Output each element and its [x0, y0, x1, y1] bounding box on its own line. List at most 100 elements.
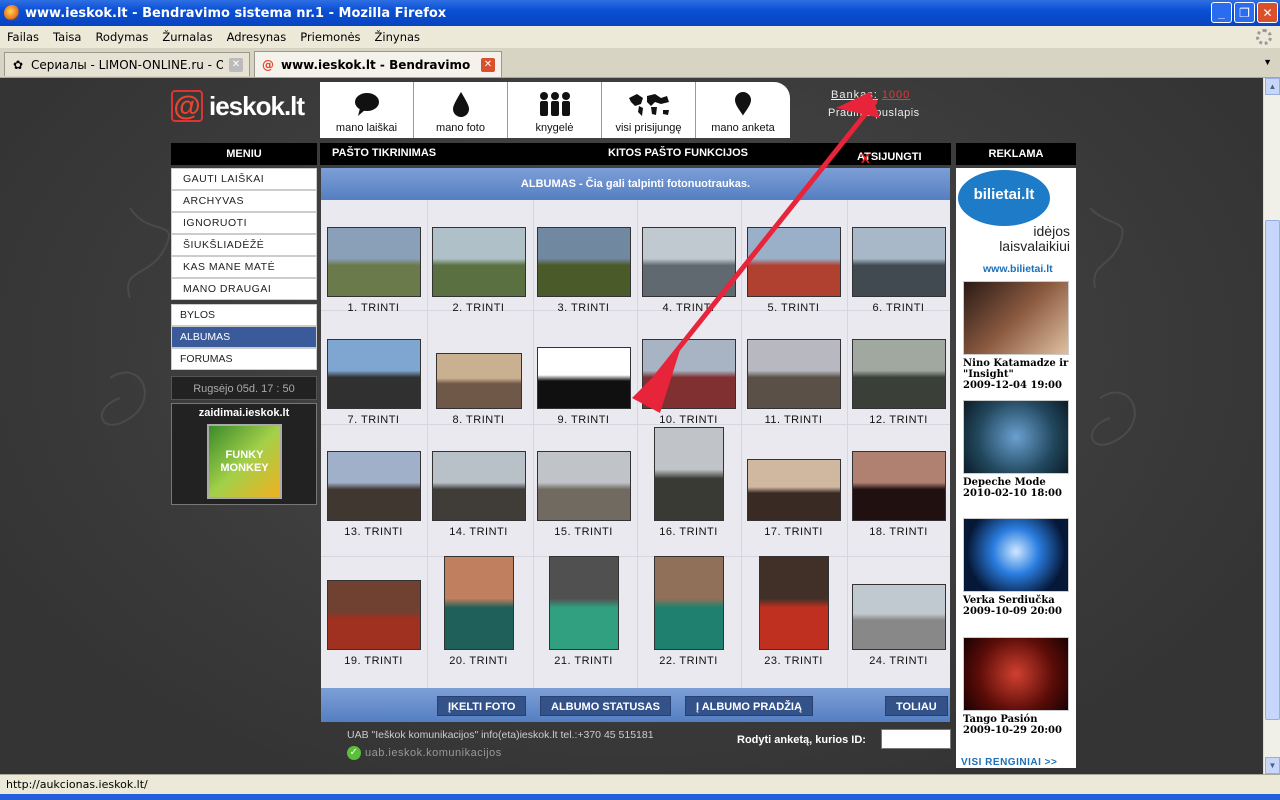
- event-item[interactable]: Verka Serdiučka 2009-10-09 20:00: [963, 518, 1069, 617]
- photo-thumbnail[interactable]: [536, 451, 631, 521]
- photo-delete-link[interactable]: 23. TRINTI: [741, 655, 846, 667]
- photo-item[interactable]: 7. TRINTI: [321, 339, 426, 426]
- photo-delete-link[interactable]: 22. TRINTI: [636, 655, 741, 667]
- other-mail-functions-link[interactable]: KITOS PAŠTO FUNKCIJOS: [608, 147, 748, 159]
- scroll-thumb[interactable]: [1265, 220, 1280, 720]
- photo-item[interactable]: 2. TRINTI: [426, 227, 531, 314]
- photo-item[interactable]: 5. TRINTI: [741, 227, 846, 314]
- photo-delete-link[interactable]: 14. TRINTI: [426, 526, 531, 538]
- photo-item[interactable]: 18. TRINTI: [846, 451, 951, 538]
- menu-item-trash[interactable]: ŠIUKŠLIADĖŽĖ: [171, 234, 317, 256]
- photo-thumbnail[interactable]: [653, 556, 724, 650]
- photo-item[interactable]: 23. TRINTI: [741, 556, 846, 667]
- photo-delete-link[interactable]: 8. TRINTI: [426, 414, 531, 426]
- photo-item[interactable]: 11. TRINTI: [741, 339, 846, 426]
- photo-thumbnail[interactable]: [326, 227, 421, 297]
- close-button[interactable]: ✕: [1257, 2, 1278, 23]
- photo-item[interactable]: 3. TRINTI: [531, 227, 636, 314]
- minimize-button[interactable]: _: [1211, 2, 1232, 23]
- menu-item-ignored[interactable]: IGNORUOTI: [171, 212, 317, 234]
- photo-delete-link[interactable]: 21. TRINTI: [531, 655, 636, 667]
- tab-limon[interactable]: ✿ Сериалы - LIMON-ONLINE.ru - Онлай... ✕: [4, 52, 250, 76]
- nav-my-profile[interactable]: mano anketa: [696, 82, 790, 138]
- menu-item-album[interactable]: ALBUMAS: [171, 326, 317, 348]
- maximize-button[interactable]: ❐: [1234, 2, 1255, 23]
- photo-thumbnail[interactable]: [653, 427, 724, 521]
- photo-thumbnail[interactable]: [435, 353, 522, 409]
- event-item[interactable]: Depeche Mode 2010-02-10 18:00: [963, 400, 1069, 499]
- event-image[interactable]: [963, 637, 1069, 711]
- photo-item[interactable]: 4. TRINTI: [636, 227, 741, 314]
- photo-delete-link[interactable]: 20. TRINTI: [426, 655, 531, 667]
- event-name[interactable]: Nino Katamadze ir "Insight": [963, 358, 1069, 380]
- photo-item[interactable]: 22. TRINTI: [636, 556, 741, 667]
- event-item[interactable]: Tango Pasión 2009-10-29 20:00: [963, 637, 1069, 736]
- menu-file[interactable]: Failas: [0, 30, 46, 44]
- photo-delete-link[interactable]: 1. TRINTI: [321, 302, 426, 314]
- photo-item[interactable]: 20. TRINTI: [426, 556, 531, 667]
- event-name[interactable]: Verka Serdiučka: [963, 595, 1069, 606]
- photo-item[interactable]: 12. TRINTI: [846, 339, 951, 426]
- photo-thumbnail[interactable]: [548, 556, 619, 650]
- photo-thumbnail[interactable]: [746, 339, 841, 409]
- photo-thumbnail[interactable]: [746, 459, 841, 521]
- menu-item-forums[interactable]: FORUMAS: [171, 348, 317, 370]
- tab-ieskok[interactable]: @ www.ieskok.lt - Bendravimo siste... ✕: [254, 51, 502, 77]
- photo-item[interactable]: 16. TRINTI: [636, 427, 741, 538]
- photo-delete-link[interactable]: 7. TRINTI: [321, 414, 426, 426]
- photo-thumbnail[interactable]: [326, 339, 421, 409]
- album-status-button[interactable]: ALBUMO STATUSAS: [540, 696, 671, 716]
- menu-edit[interactable]: Taisa: [46, 30, 88, 44]
- event-image[interactable]: [963, 400, 1069, 474]
- ad-url[interactable]: www.bilietai.lt: [983, 263, 1053, 275]
- menu-item-inbox[interactable]: GAUTI LAIŠKAI: [171, 168, 317, 190]
- photo-item[interactable]: 14. TRINTI: [426, 451, 531, 538]
- upload-photo-button[interactable]: ĮKELTI FOTO: [437, 696, 527, 716]
- photo-delete-link[interactable]: 16. TRINTI: [636, 526, 741, 538]
- photo-item[interactable]: 19. TRINTI: [321, 580, 426, 667]
- site-logo[interactable]: @ ieskok.lt: [171, 90, 305, 122]
- photo-item[interactable]: 1. TRINTI: [321, 227, 426, 314]
- event-name[interactable]: Depeche Mode: [963, 477, 1069, 488]
- scroll-up-icon[interactable]: ▲: [1265, 78, 1280, 95]
- menu-view[interactable]: Rodymas: [88, 30, 155, 44]
- photo-delete-link[interactable]: 11. TRINTI: [741, 414, 846, 426]
- scroll-down-icon[interactable]: ▼: [1265, 757, 1280, 774]
- event-name[interactable]: Tango Pasión: [963, 714, 1069, 725]
- photo-thumbnail[interactable]: [851, 227, 946, 297]
- photo-item[interactable]: 9. TRINTI: [531, 347, 636, 426]
- photo-thumbnail[interactable]: [851, 451, 946, 521]
- footer-skype[interactable]: ✓ uab.ieskok.komunikacijos: [347, 746, 502, 760]
- nav-online-users[interactable]: visi prisijungę: [602, 82, 696, 138]
- event-image[interactable]: [963, 281, 1069, 355]
- tab-close-icon[interactable]: ✕: [481, 57, 495, 72]
- photo-thumbnail[interactable]: [536, 227, 631, 297]
- bilietai-ad[interactable]: bilietai.lt idėjos laisvalaikiui www.bil…: [956, 168, 1076, 768]
- games-banner[interactable]: zaidimai.ieskok.lt FUNKY MONKEY: [171, 403, 317, 505]
- tab-list-icon[interactable]: ▼: [1263, 57, 1272, 67]
- photo-thumbnail[interactable]: [851, 584, 946, 650]
- menu-item-files[interactable]: BYLOS: [171, 304, 317, 326]
- photo-item[interactable]: 15. TRINTI: [531, 451, 636, 538]
- photo-thumbnail[interactable]: [431, 227, 526, 297]
- menu-item-archive[interactable]: ARCHYVAS: [171, 190, 317, 212]
- photo-delete-link[interactable]: 9. TRINTI: [531, 414, 636, 426]
- nav-my-photos[interactable]: mano foto: [414, 82, 508, 138]
- photo-thumbnail[interactable]: [641, 227, 736, 297]
- photo-item[interactable]: 24. TRINTI: [846, 584, 951, 667]
- funky-monkey-image[interactable]: FUNKY MONKEY: [207, 424, 282, 499]
- photo-delete-link[interactable]: 17. TRINTI: [741, 526, 846, 538]
- photo-delete-link[interactable]: 10. TRINTI: [636, 414, 741, 426]
- profile-id-input[interactable]: [881, 729, 951, 749]
- all-events-link[interactable]: VISI RENGINIAI >>: [961, 757, 1057, 768]
- menu-history[interactable]: Žurnalas: [155, 30, 219, 44]
- photo-delete-link[interactable]: 3. TRINTI: [531, 302, 636, 314]
- check-mail-link[interactable]: PAŠTO TIKRINIMAS: [332, 147, 436, 159]
- photo-delete-link[interactable]: 12. TRINTI: [846, 414, 951, 426]
- photo-thumbnail[interactable]: [443, 556, 514, 650]
- photo-delete-link[interactable]: 2. TRINTI: [426, 302, 531, 314]
- photo-thumbnail[interactable]: [641, 339, 736, 409]
- photo-delete-link[interactable]: 4. TRINTI: [636, 302, 741, 314]
- menu-item-friends[interactable]: MANO DRAUGAI: [171, 278, 317, 300]
- photo-thumbnail[interactable]: [758, 556, 829, 650]
